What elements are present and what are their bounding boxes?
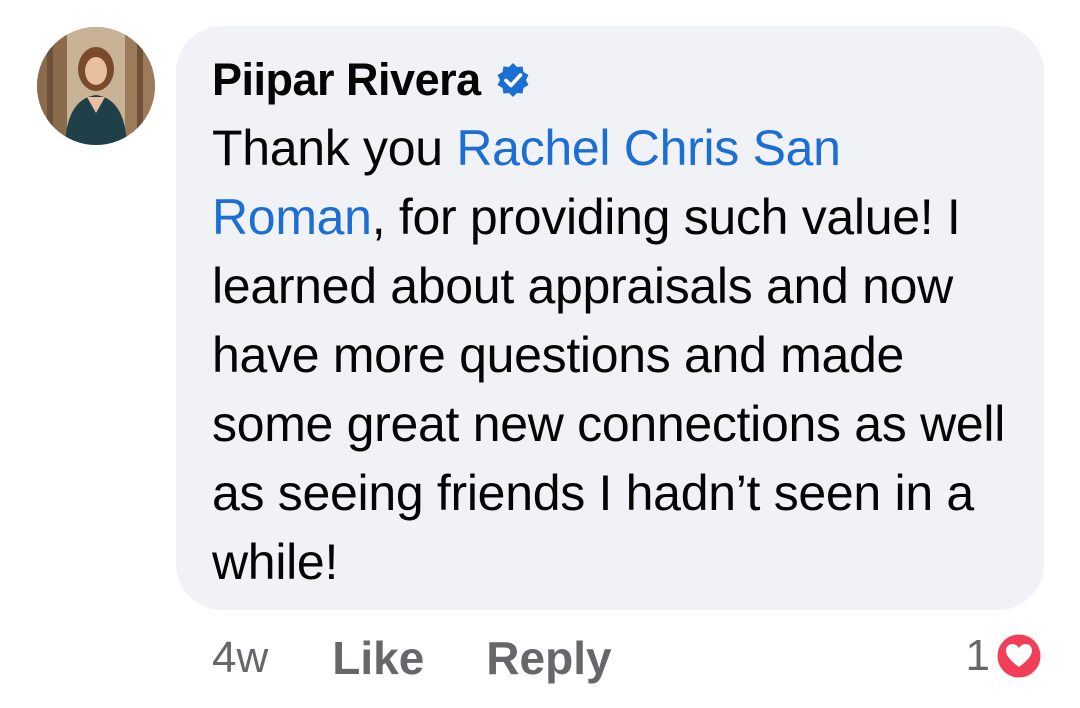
comment-text-end: , for providing such value! I learned ab… — [212, 189, 1005, 590]
author-name[interactable]: Piipar Rivera — [212, 54, 481, 106]
like-button[interactable]: Like — [332, 631, 424, 685]
author-row: Piipar Rivera — [212, 54, 1014, 106]
timestamp[interactable]: 4w — [212, 633, 268, 683]
avatar[interactable] — [37, 27, 155, 145]
heart-icon — [994, 631, 1044, 681]
comment-bubble: Piipar Rivera Thank you Rachel Chris San… — [176, 26, 1044, 610]
reaction-count: 1 — [965, 631, 990, 680]
avatar-photo — [37, 27, 155, 145]
reply-button[interactable]: Reply — [486, 631, 611, 685]
comment-text: Thank you Rachel Chris San Roman, for pr… — [212, 114, 1012, 597]
comment-actions: 4w Like Reply — [212, 628, 674, 688]
comment-text-start: Thank you — [212, 120, 457, 176]
verified-badge-icon — [495, 62, 531, 98]
comment-container: Piipar Rivera Thank you Rachel Chris San… — [0, 0, 1080, 708]
reaction-summary[interactable]: 1 — [966, 626, 1044, 686]
